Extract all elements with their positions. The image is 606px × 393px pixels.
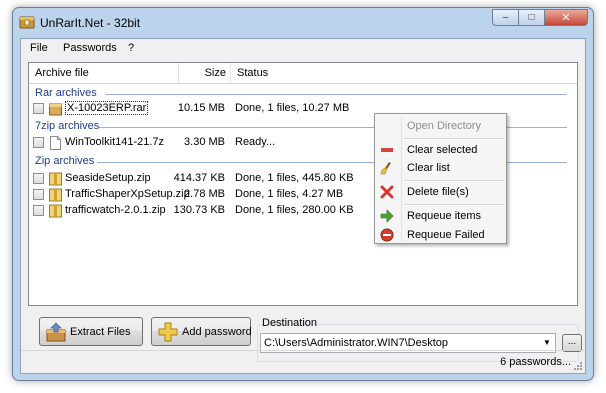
file-size: 3.30 MB <box>184 136 225 148</box>
menu-item-label: Requeue items <box>407 210 481 222</box>
maximize-icon: □ <box>528 12 535 23</box>
menu-item-label: Delete file(s) <box>407 186 469 198</box>
file-status: Done, 1 files, 10.27 MB <box>235 102 350 114</box>
file-name: SeasideSetup.zip <box>65 172 151 184</box>
menu-help[interactable]: ? <box>128 42 134 54</box>
group-label: Zip archives <box>35 155 95 167</box>
menu-item-clear-selected[interactable]: Clear selected <box>377 140 504 160</box>
row-checkbox[interactable] <box>33 189 44 200</box>
group-label: Rar archives <box>35 87 97 99</box>
red-circle-icon <box>380 228 394 242</box>
file-status: Done, 1 files, 445.80 KB <box>235 172 354 184</box>
menu-item-label: Clear selected <box>407 144 478 156</box>
file-name: X-10023ERP.rar <box>65 101 149 115</box>
resize-grip-icon[interactable] <box>573 361 583 371</box>
zip-icon <box>49 188 62 202</box>
plus-icon <box>158 322 178 342</box>
menu-item-requeue-items[interactable]: Requeue items <box>377 206 504 226</box>
window-controls: ‒ □ ✕ <box>492 9 588 27</box>
list-header: Archive file Size Status <box>29 63 577 84</box>
file-size: 2.78 MB <box>184 188 225 200</box>
status-bar: 6 passwords... <box>21 350 585 373</box>
close-button[interactable]: ✕ <box>544 9 588 26</box>
app-icon <box>19 16 35 29</box>
close-icon: ✕ <box>561 12 571 24</box>
group-divider <box>105 94 567 95</box>
menu-passwords[interactable]: Passwords <box>63 42 117 54</box>
zip-icon <box>49 172 62 186</box>
red-x-icon <box>380 185 394 199</box>
menu-bar: File Passwords ? <box>21 39 585 58</box>
add-password-label: Add password <box>182 326 252 338</box>
file-size: 414.37 KB <box>173 172 225 184</box>
menu-file[interactable]: File <box>30 42 48 54</box>
file-size: 130.73 KB <box>173 204 225 216</box>
rar-icon <box>49 103 62 116</box>
file-status: Done, 1 files, 4.27 MB <box>235 188 344 200</box>
window-title: UnRarIt.Net - 32bit <box>40 16 141 30</box>
broom-icon <box>380 162 391 175</box>
document-icon <box>50 136 61 150</box>
extract-files-label: Extract Files <box>70 326 131 338</box>
menu-item-clear-list[interactable]: Clear list <box>377 158 504 178</box>
menu-item-label: Clear list <box>407 162 450 174</box>
group-label: 7zip archives <box>35 120 100 132</box>
menu-item-requeue-failed[interactable]: Requeue Failed <box>377 225 504 245</box>
group-rar-archives: Rar archives <box>35 87 567 101</box>
row-checkbox[interactable] <box>33 137 44 148</box>
green-arrow-icon <box>380 209 394 223</box>
row-checkbox[interactable] <box>33 173 44 184</box>
add-password-button[interactable]: Add password <box>151 317 252 346</box>
column-header-status[interactable]: Status <box>231 63 577 83</box>
menu-item-open-directory[interactable]: Open Directory <box>377 116 504 136</box>
maximize-button[interactable]: □ <box>518 9 544 26</box>
context-menu: Open Directory Clear selected Clear list… <box>374 113 507 244</box>
zip-icon <box>49 204 62 218</box>
minimize-icon: ‒ <box>502 12 509 23</box>
destination-label: Destination <box>262 317 318 329</box>
file-status: Ready... <box>235 136 276 148</box>
file-status: Done, 1 files, 280.00 KB <box>235 204 354 216</box>
menu-item-label: Requeue Failed <box>407 229 485 241</box>
menu-item-delete-files[interactable]: Delete file(s) <box>377 182 504 202</box>
extract-files-button[interactable]: Extract Files <box>39 317 143 346</box>
row-checkbox[interactable] <box>33 103 44 114</box>
destination-value: C:\Users\Administrator.WIN7\Desktop <box>264 337 448 349</box>
column-header-archive-file[interactable]: Archive file <box>29 63 179 83</box>
title-bar[interactable]: UnRarIt.Net - 32bit ‒ □ ✕ <box>13 8 593 38</box>
extract-icon <box>46 322 66 342</box>
status-text: 6 passwords... <box>500 356 571 368</box>
row-checkbox[interactable] <box>33 205 44 216</box>
red-bar-icon <box>381 148 393 152</box>
menu-item-label: Open Directory <box>407 120 481 132</box>
minimize-button[interactable]: ‒ <box>492 9 518 26</box>
column-header-size[interactable]: Size <box>179 63 231 83</box>
file-size: 10.15 MB <box>177 102 225 114</box>
